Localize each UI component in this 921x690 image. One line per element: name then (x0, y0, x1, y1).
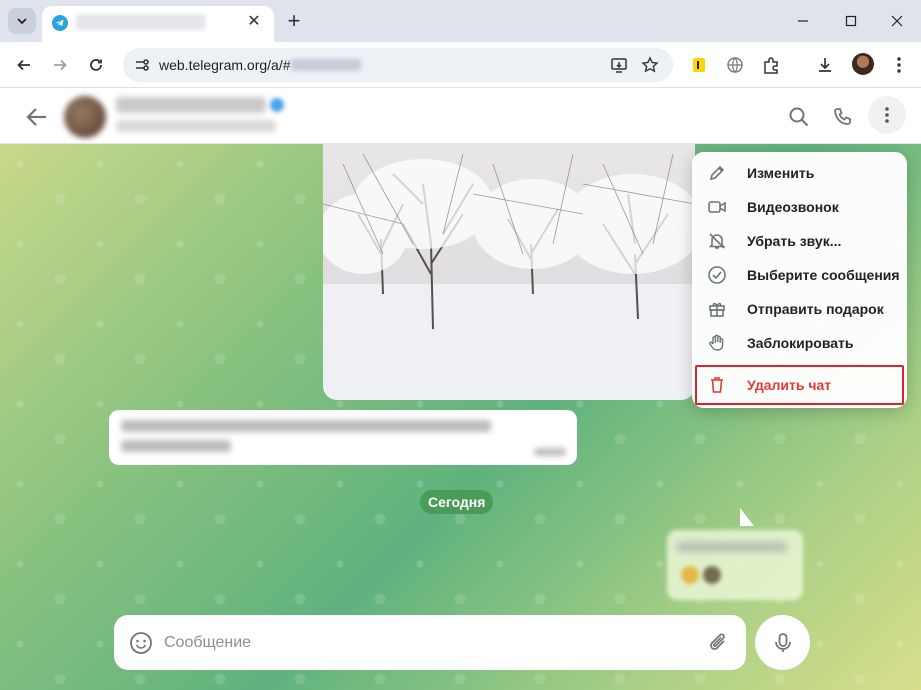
incoming-message-redacted[interactable] (109, 410, 577, 465)
menu-item-label: Видеозвонок (747, 199, 839, 215)
menu-item-label: Отправить подарок (747, 301, 884, 317)
more-options-button[interactable] (868, 96, 906, 134)
site-settings-icon[interactable] (133, 56, 151, 74)
microphone-icon (774, 632, 791, 652)
paperclip-icon[interactable] (706, 630, 732, 656)
globe-extension-icon[interactable] (724, 54, 746, 76)
close-window-button[interactable] (882, 8, 912, 34)
browser-tab-bar: ✕ + (0, 0, 921, 42)
date-separator: Сегодня (420, 490, 494, 514)
menu-item-block[interactable]: Заблокировать (692, 326, 907, 360)
menu-item-edit[interactable]: Изменить (692, 156, 907, 190)
arrow-left-icon[interactable] (24, 104, 50, 130)
browser-tab-telegram[interactable]: ✕ (42, 6, 274, 42)
minimize-icon (798, 20, 808, 22)
reload-icon (90, 59, 102, 71)
menu-item-label: Убрать звук... (747, 233, 842, 249)
menu-item-select-messages[interactable]: Выберите сообщения (692, 258, 907, 292)
telegram-favicon-icon (52, 15, 68, 31)
search-button[interactable] (785, 103, 813, 131)
outgoing-message-redacted[interactable] (667, 530, 803, 600)
emoji-icon (703, 566, 721, 584)
chat-title-redacted[interactable] (116, 97, 266, 113)
voice-record-button[interactable] (755, 615, 810, 670)
menu-item-label: Заблокировать (747, 335, 854, 351)
download-icon[interactable] (814, 54, 836, 76)
profile-avatar[interactable] (852, 53, 874, 75)
chrome-menu-button[interactable] (888, 54, 910, 76)
menu-item-delete-chat[interactable]: Удалить чат (692, 368, 907, 402)
gift-icon (706, 298, 728, 320)
menu-item-label: Выберите сообщения (747, 267, 900, 283)
check-circle-icon (706, 264, 728, 286)
bell-off-icon (706, 230, 728, 252)
browser-toolbar: web.telegram.org/a/# (0, 42, 921, 88)
smile-icon[interactable] (128, 630, 154, 656)
call-button[interactable] (829, 103, 857, 131)
chevron-down-icon (17, 18, 27, 25)
maximize-icon (845, 15, 857, 27)
yandex-extension-icon[interactable] (688, 54, 710, 76)
avatar[interactable] (64, 96, 106, 138)
minimize-window-button[interactable] (788, 8, 818, 34)
chat-header (0, 88, 921, 144)
tab-title (76, 14, 206, 30)
forward-button[interactable] (47, 52, 73, 78)
address-bar[interactable]: web.telegram.org/a/# (123, 48, 673, 82)
menu-item-label: Изменить (747, 165, 815, 181)
maximize-window-button[interactable] (836, 8, 866, 34)
pencil-icon (706, 162, 728, 184)
emoji-icon (681, 566, 699, 584)
extensions-puzzle-icon[interactable] (760, 54, 782, 76)
tab-search-button[interactable] (8, 8, 36, 34)
redacted-text-line (677, 542, 787, 552)
message-composer (114, 615, 746, 670)
arrow-left-icon (17, 59, 30, 71)
star-bookmark-icon[interactable] (641, 56, 659, 74)
redacted-text-line (121, 420, 491, 432)
redacted-time (534, 448, 566, 456)
close-icon (891, 15, 903, 27)
message-input[interactable] (164, 615, 684, 670)
video-camera-icon (706, 196, 728, 218)
menu-item-send-gift[interactable]: Отправить подарок (692, 292, 907, 326)
reload-button[interactable] (83, 52, 109, 78)
menu-item-label: Удалить чат (747, 377, 832, 393)
redacted-text-line (121, 440, 231, 452)
url-hash-redacted (291, 59, 361, 71)
tab-close-icon[interactable]: ✕ (244, 12, 264, 32)
back-button[interactable] (11, 52, 37, 78)
install-app-icon[interactable] (610, 56, 628, 74)
menu-item-mute[interactable]: Убрать звук... (692, 224, 907, 258)
trash-icon (706, 374, 728, 396)
verified-badge-icon (270, 98, 284, 112)
hand-icon (706, 332, 728, 354)
url-text: web.telegram.org/a/# (159, 57, 291, 73)
search-icon (789, 107, 809, 127)
phone-icon (834, 108, 851, 125)
kebab-menu-icon (885, 107, 889, 123)
snowy-trees-image (323, 144, 695, 400)
chat-options-menu: Изменить Видеозвонок Убрать звук... Выбе… (692, 152, 907, 408)
arrow-right-icon (54, 59, 67, 71)
new-tab-button[interactable]: + (282, 10, 306, 34)
menu-item-video-call[interactable]: Видеозвонок (692, 190, 907, 224)
photo-message[interactable] (323, 144, 695, 400)
kebab-menu-icon (897, 57, 901, 73)
chat-status-redacted (116, 120, 276, 132)
